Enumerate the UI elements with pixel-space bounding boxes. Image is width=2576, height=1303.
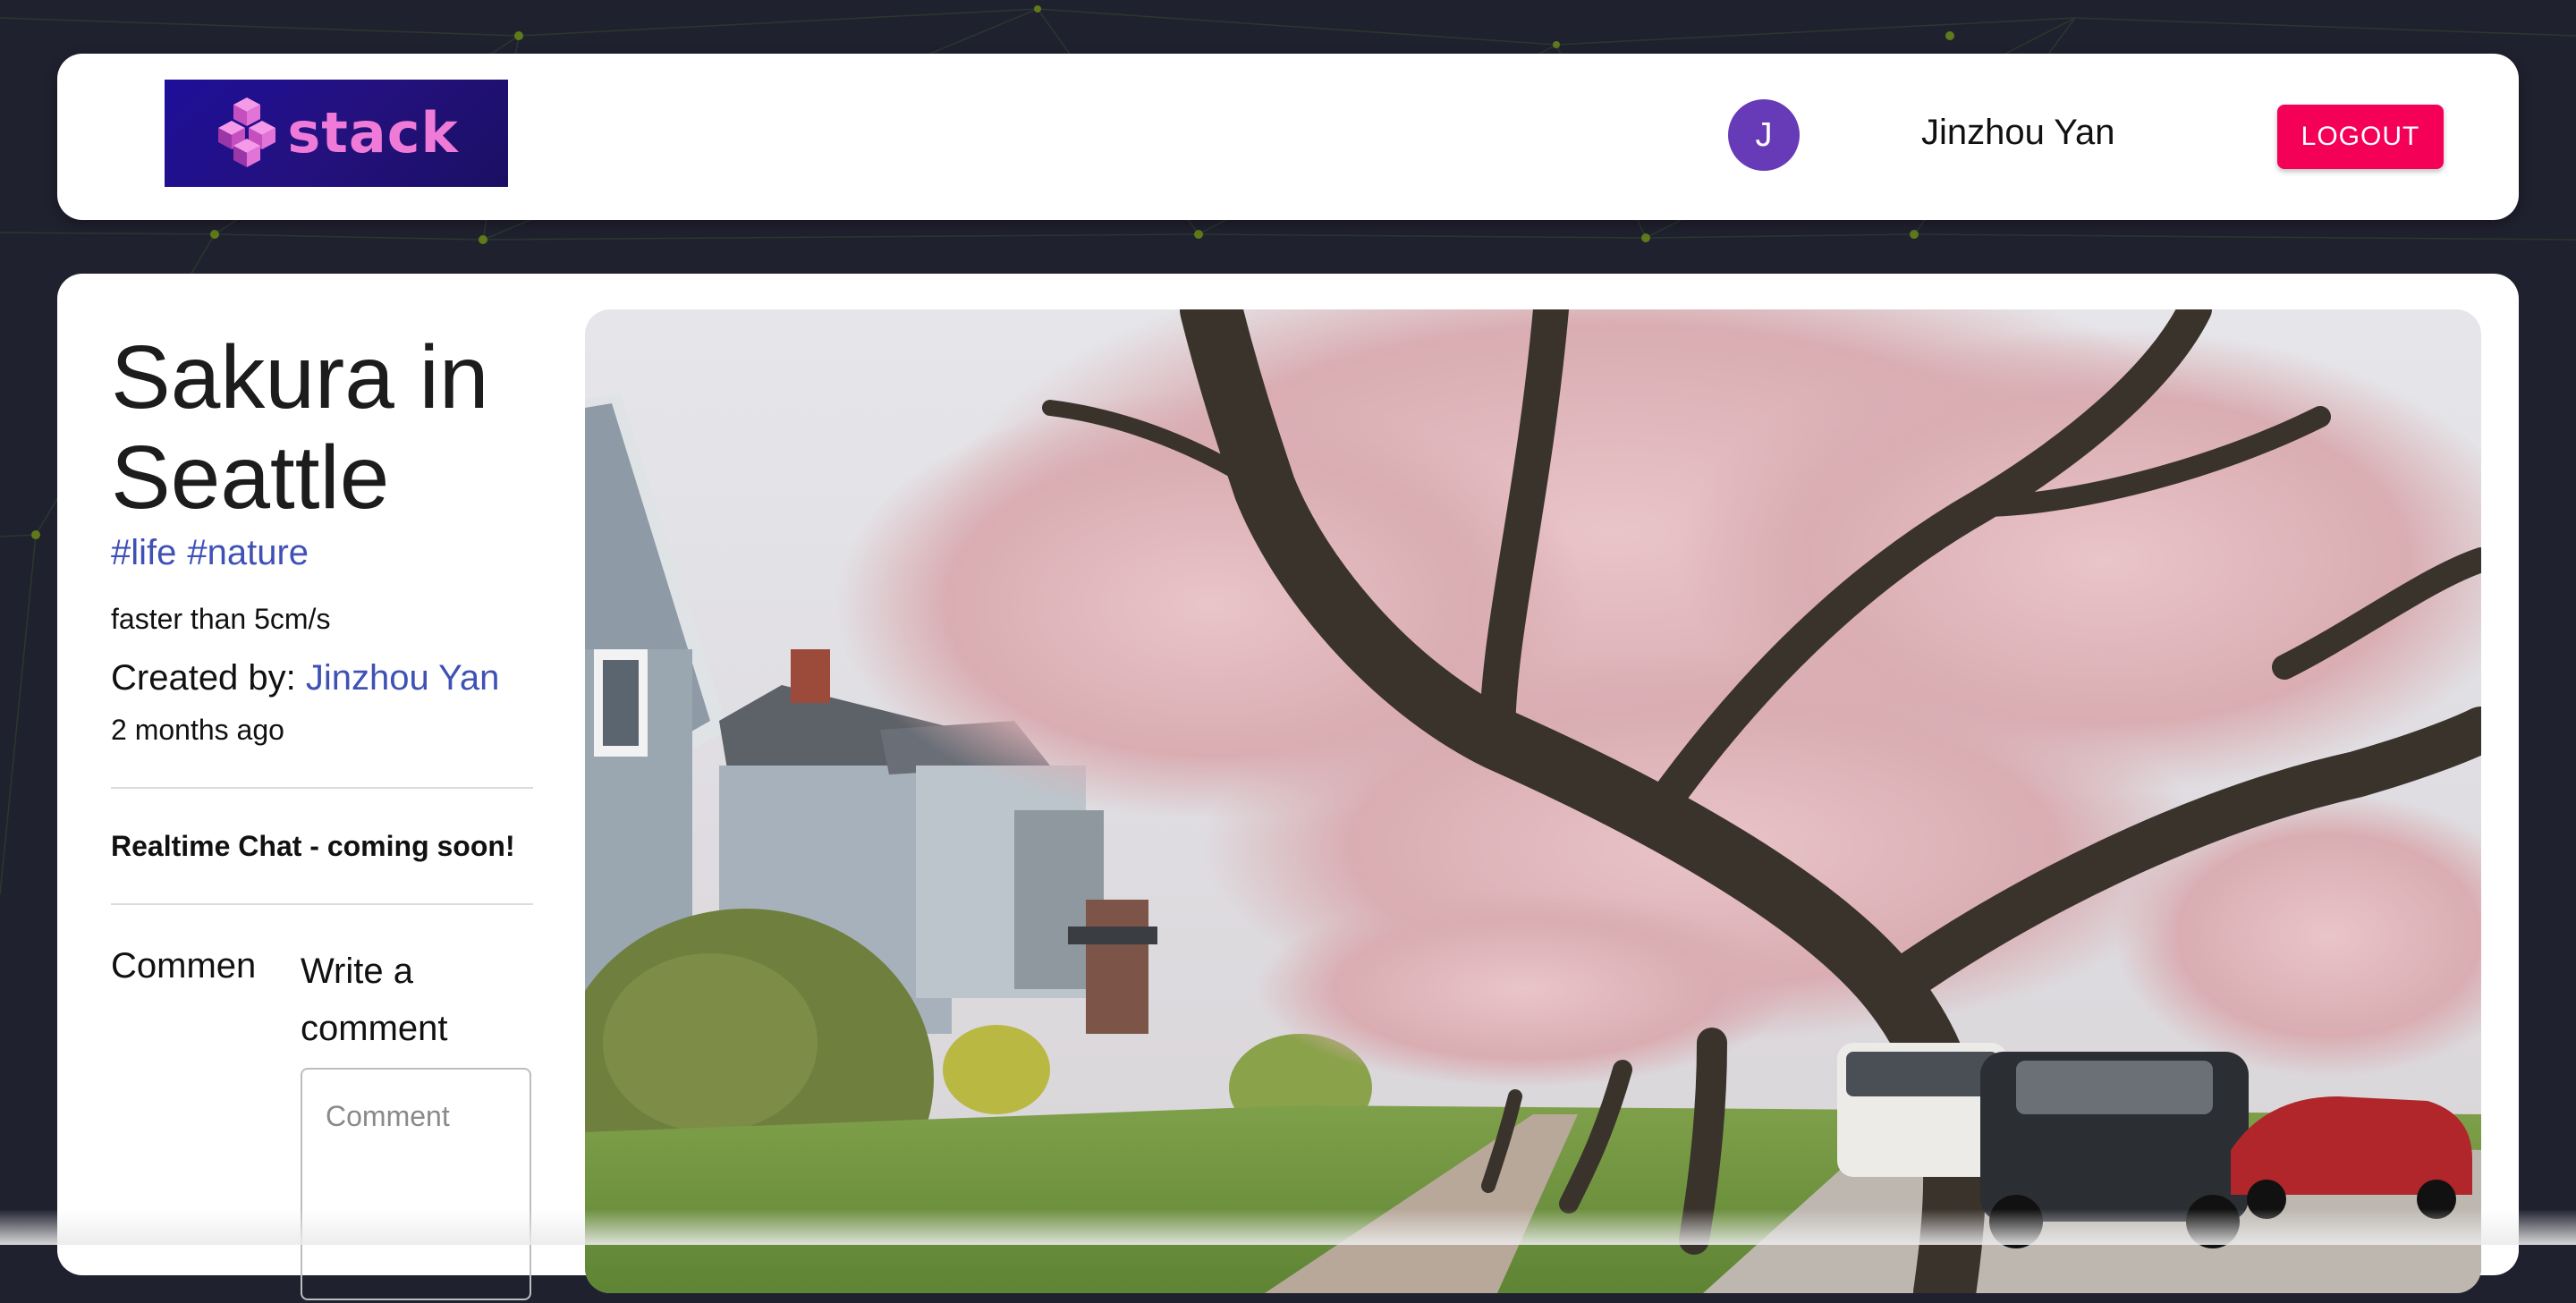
post-message: faster than 5cm/s [111, 603, 331, 635]
realtime-chat-notice: Realtime Chat - coming soon! [111, 830, 515, 862]
tag-life[interactable]: #life [111, 533, 176, 572]
post-timestamp: 2 months ago [111, 714, 284, 746]
cherry-blossom-street-photo [585, 309, 2481, 1293]
post-title: Sakura in Seattle [111, 327, 489, 528]
logo-text: stack [287, 100, 459, 165]
app-header: stack J Jinzhou Yan LOGOUT [57, 54, 2519, 220]
avatar[interactable]: J [1728, 99, 1800, 171]
write-comment-heading: Write a comment [301, 952, 448, 1048]
stack-logo[interactable]: stack [165, 80, 508, 187]
author-link[interactable]: Jinzhou Yan [306, 658, 499, 698]
logout-button[interactable]: LOGOUT [2277, 105, 2444, 169]
comment-input[interactable] [302, 1070, 530, 1299]
divider [111, 787, 533, 789]
post-tags: #life #nature [111, 533, 319, 573]
divider [111, 903, 533, 905]
comment-field[interactable] [301, 1068, 531, 1300]
tag-nature[interactable]: #nature [187, 533, 309, 572]
created-by: Created by: Jinzhou Yan [111, 658, 499, 698]
user-name: Jinzhou Yan [1921, 113, 2115, 152]
comments-heading: Comments [111, 946, 254, 986]
post-details-card: Sakura in Seattle #life #nature faster th… [57, 274, 2519, 1300]
created-by-label: Created by: [111, 658, 296, 698]
cubes-icon [218, 97, 276, 167]
post-image [585, 309, 2481, 1293]
